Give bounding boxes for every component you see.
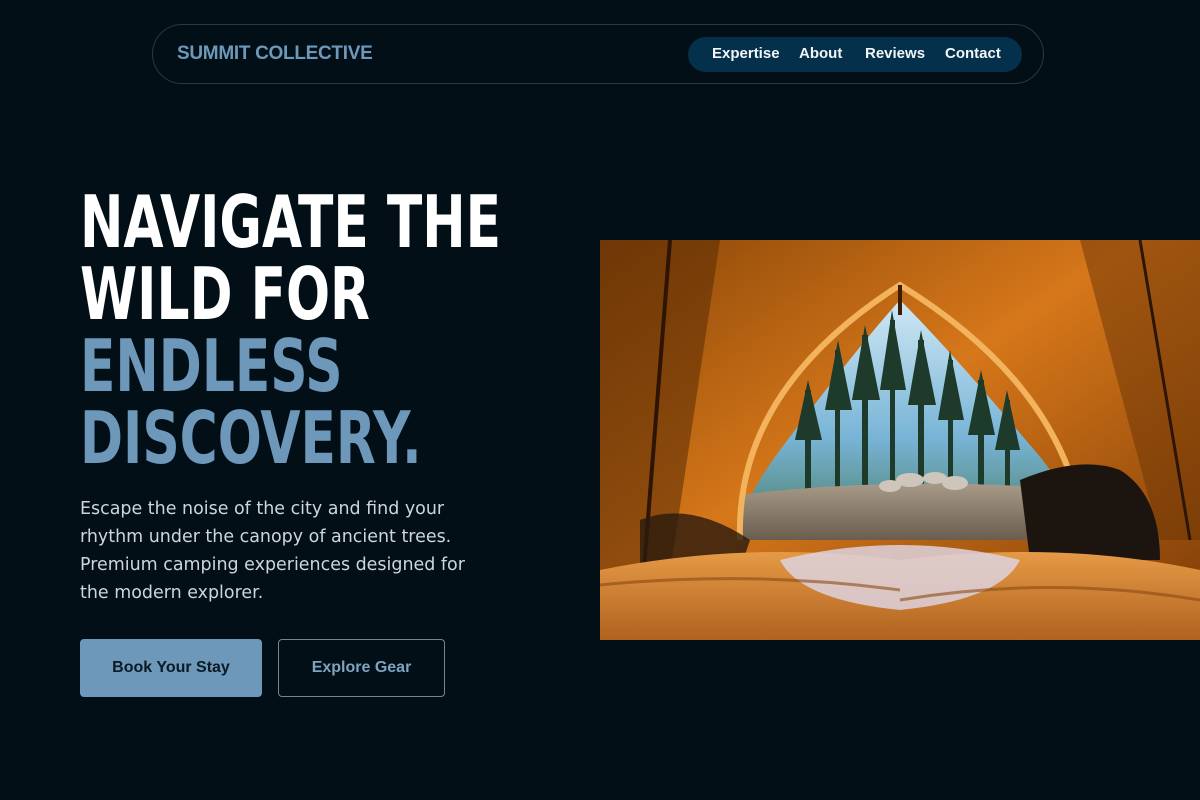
explore-gear-button[interactable]: Explore Gear xyxy=(278,639,445,697)
hero-heading-accent-2: DISCOVERY. xyxy=(80,396,422,480)
hero-heading-accent-1: ENDLESS xyxy=(80,324,343,408)
hero-heading-line-1: NAVIGATE THE xyxy=(80,180,502,264)
nav-link-reviews[interactable]: Reviews xyxy=(865,45,925,62)
hero-heading-line-2: WILD FOR xyxy=(80,252,370,336)
top-navigation: SUMMIT COLLECTIVE Expertise About Review… xyxy=(152,24,1044,84)
nav-link-expertise[interactable]: Expertise xyxy=(712,45,780,62)
hero-description: Escape the noise of the city and find yo… xyxy=(80,498,465,603)
book-your-stay-button[interactable]: Book Your Stay xyxy=(80,639,262,697)
tent-view-photo xyxy=(600,240,1200,640)
hero-heading: NAVIGATE THE WILD FOR ENDLESS DISCOVERY. xyxy=(80,186,501,474)
nav-link-about[interactable]: About xyxy=(799,45,842,62)
nav-link-contact[interactable]: Contact xyxy=(945,45,1001,62)
brand-logo[interactable]: SUMMIT COLLECTIVE xyxy=(177,43,373,65)
nav-menu: Expertise About Reviews Contact xyxy=(688,37,1022,72)
